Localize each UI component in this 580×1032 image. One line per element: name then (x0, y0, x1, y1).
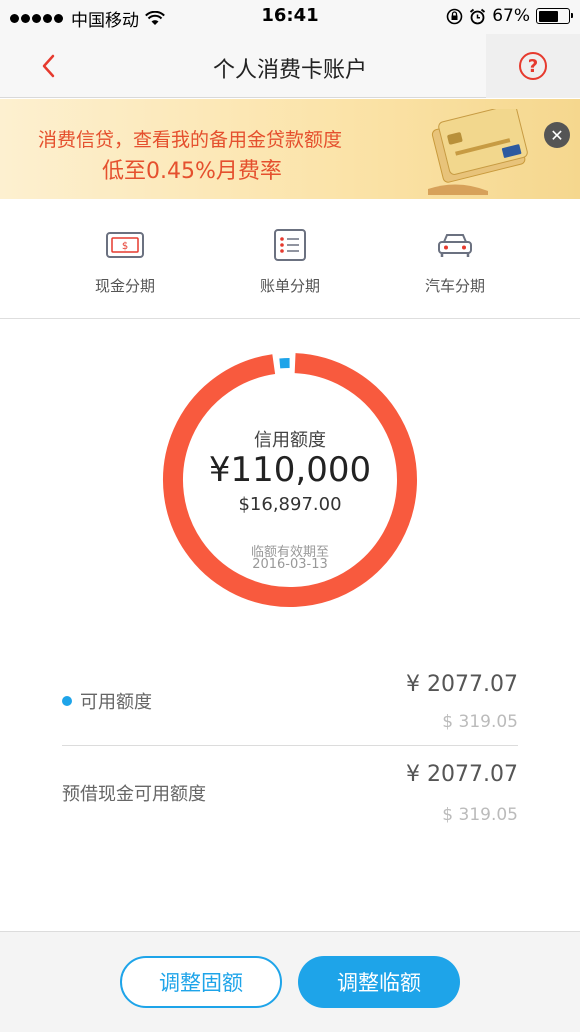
bill-icon (220, 227, 360, 263)
svg-text:$: $ (122, 241, 128, 252)
alarm-icon (470, 8, 486, 24)
banner-subtitle: 低至0.45%月费率 (102, 159, 282, 184)
nav-bar: 个人消费卡账户 ? (0, 34, 580, 98)
credit-limit-usd: $16,897.00 (238, 494, 342, 515)
cash-available-cny: ¥ 2077.07 (406, 762, 518, 787)
orientation-lock-icon (446, 8, 463, 24)
available-usd: $ 319.05 (442, 712, 518, 732)
adjust-temp-limit-button[interactable]: 调整临额 (298, 956, 460, 1008)
temp-limit-expiry-date: 2016-03-13 (252, 557, 328, 572)
car-installment-item[interactable]: 汽车分期 (385, 227, 525, 296)
cash-icon: $ (55, 227, 195, 263)
installment-row: $ 现金分期 账单分期 汽车分期 (0, 199, 580, 319)
car-icon (385, 227, 525, 263)
credit-limit-label: 信用额度 (254, 430, 326, 451)
cash-available-usd: $ 319.05 (442, 805, 518, 825)
available-legend-dot (62, 696, 72, 706)
available-label: 可用额度 (80, 692, 152, 713)
available-cny: ¥ 2077.07 (406, 672, 518, 697)
battery-icon (536, 8, 573, 24)
cash-installment-label: 现金分期 (94, 277, 155, 295)
banner-title: 消费信贷，查看我的备用金贷款额度 (38, 129, 343, 151)
status-bar: 中国移动 16:41 67% (0, 0, 580, 34)
status-right: 67% (440, 6, 573, 26)
credit-limit-cny: ¥110,000 (208, 450, 372, 490)
battery-percent: 67% (492, 6, 530, 26)
battery-fill (538, 10, 558, 22)
car-installment-label: 汽车分期 (424, 277, 485, 295)
promo-banner[interactable]: 消费信贷，查看我的备用金贷款额度 低至0.45%月费率 (0, 99, 580, 199)
credit-summary: 信用额度 ¥110,000 $16,897.00 临额有效期至 2016-03-… (160, 350, 420, 610)
divider (62, 745, 518, 746)
cash-available-label: 预借现金可用额度 (62, 784, 206, 805)
credit-card-illustration (428, 109, 528, 195)
bill-installment-label: 账单分期 (259, 277, 320, 295)
adjust-fixed-limit-button[interactable]: 调整固额 (120, 956, 282, 1008)
banner-close-button[interactable]: ✕ (544, 122, 570, 148)
bill-installment-item[interactable]: 账单分期 (220, 227, 360, 296)
cash-installment-item[interactable]: $ 现金分期 (55, 227, 195, 296)
help-icon: ? (519, 52, 547, 80)
help-button[interactable]: ? (486, 34, 580, 98)
bottom-action-bar: 调整固额 调整临额 (0, 931, 580, 1032)
